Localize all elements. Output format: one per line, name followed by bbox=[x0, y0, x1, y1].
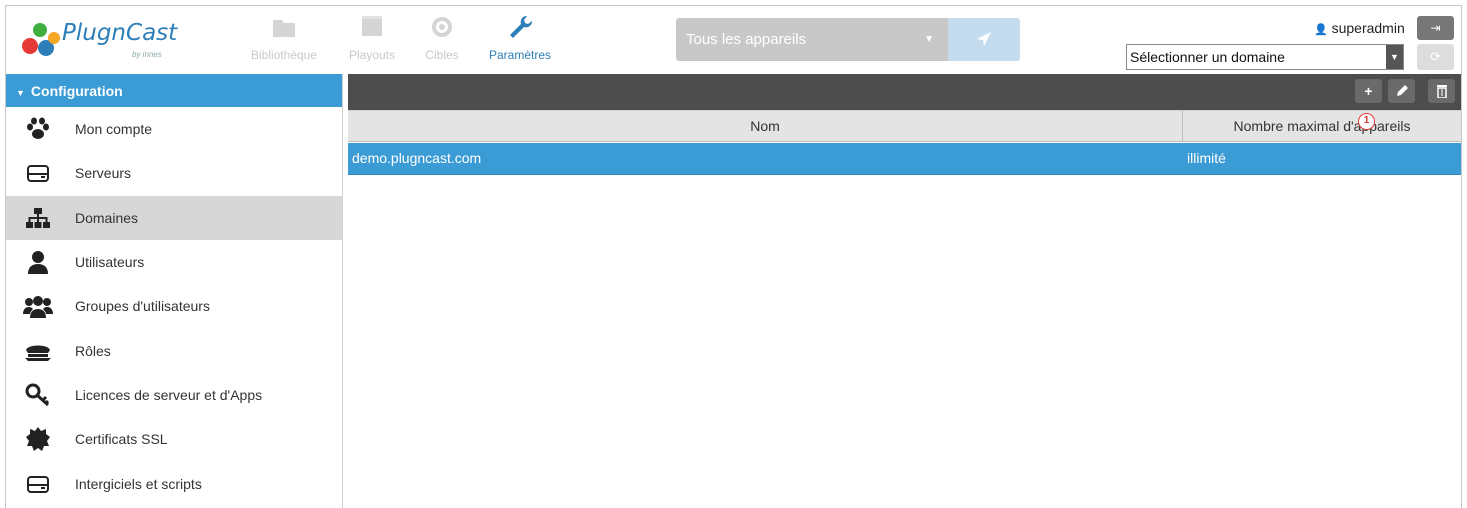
table-row[interactable]: demo.plugncast.com illimité bbox=[348, 143, 1461, 175]
location-arrow-icon bbox=[977, 32, 991, 46]
pencil-icon bbox=[1396, 85, 1408, 96]
chevron-down-icon: ▼ bbox=[1386, 45, 1403, 69]
user-menu[interactable]: 👤 superadmin bbox=[1314, 20, 1405, 36]
header: PlugnCast by innes Bibliothèque Playouts… bbox=[6, 6, 1461, 74]
grid-toolbar: + bbox=[348, 74, 1461, 110]
username: superadmin bbox=[1331, 20, 1405, 36]
add-button[interactable]: + bbox=[1355, 79, 1382, 103]
users-icon bbox=[23, 293, 53, 319]
sidebar-item-licences[interactable]: Licences de serveur et d'Apps bbox=[6, 373, 342, 417]
sidebar-item-groupes-utilisateurs[interactable]: Groupes d'utilisateurs bbox=[6, 284, 342, 328]
refresh-button[interactable]: ⟳ bbox=[1417, 44, 1454, 70]
logo-icon bbox=[22, 23, 60, 56]
table-header: Nom Nombre maximal d'appareils bbox=[348, 110, 1461, 142]
user-icon: 👤 bbox=[1314, 24, 1328, 36]
server-icon bbox=[23, 160, 53, 186]
film-icon bbox=[362, 16, 382, 36]
device-select[interactable]: Tous les appareils ▼ bbox=[676, 18, 948, 61]
plus-icon: + bbox=[1364, 83, 1373, 99]
sign-out-icon: ⇥ bbox=[1430, 21, 1441, 35]
user-icon bbox=[23, 249, 53, 275]
sidebar-item-roles[interactable]: Rôles bbox=[6, 328, 342, 372]
wrench-icon bbox=[510, 15, 533, 38]
caret-down-icon: ▼ bbox=[16, 88, 25, 98]
logout-button[interactable]: ⇥ bbox=[1417, 16, 1454, 40]
certificate-icon bbox=[23, 426, 53, 452]
cell-domain-name: demo.plugncast.com bbox=[352, 150, 482, 166]
nav-cibles[interactable]: Cibles bbox=[418, 14, 466, 70]
brand-subtitle: by innes bbox=[132, 50, 162, 59]
nav-bibliotheque[interactable]: Bibliothèque bbox=[244, 14, 324, 70]
delete-button[interactable] bbox=[1428, 79, 1455, 103]
sidebar-item-serveurs[interactable]: Serveurs bbox=[6, 151, 342, 195]
app-window: PlugnCast by innes Bibliothèque Playouts… bbox=[5, 5, 1462, 508]
sidebar: ▼ Configuration Mon compte Serveurs Domai… bbox=[6, 74, 343, 508]
sidebar-section-header[interactable]: ▼ Configuration bbox=[6, 74, 342, 107]
sidebar-item-intergiciels[interactable]: Intergiciels et scripts bbox=[6, 461, 342, 505]
sidebar-item-utilisateurs[interactable]: Utilisateurs bbox=[6, 240, 342, 284]
refresh-icon: ⟳ bbox=[1430, 49, 1441, 64]
cell-max-devices: illimité bbox=[1187, 150, 1226, 166]
key-icon bbox=[23, 382, 53, 408]
nav-parametres[interactable]: Paramètres bbox=[480, 14, 560, 70]
column-header-nom[interactable]: Nom bbox=[348, 111, 1183, 141]
column-header-max-devices[interactable]: Nombre maximal d'appareils bbox=[1183, 111, 1461, 141]
cap-icon bbox=[23, 338, 53, 364]
chevron-down-icon: ▼ bbox=[924, 34, 934, 45]
domain-select[interactable]: Sélectionner un domaine ▼ bbox=[1126, 44, 1404, 70]
sidebar-item-domaines[interactable]: Domaines bbox=[6, 195, 342, 240]
sidebar-item-certificats-ssl[interactable]: Certificats SSL bbox=[6, 417, 342, 461]
trash-icon bbox=[1436, 85, 1447, 99]
paw-icon bbox=[23, 116, 53, 142]
logo[interactable]: PlugnCast by innes bbox=[20, 14, 180, 66]
sidebar-item-mon-compte[interactable]: Mon compte bbox=[6, 107, 342, 151]
folder-icon bbox=[273, 20, 295, 37]
nav-playouts[interactable]: Playouts bbox=[342, 14, 402, 70]
target-icon bbox=[432, 17, 452, 37]
brand-name: PlugnCast bbox=[62, 20, 178, 46]
sitemap-icon bbox=[23, 205, 53, 231]
edit-button[interactable] bbox=[1388, 79, 1415, 103]
locate-button[interactable] bbox=[948, 18, 1020, 61]
callout-badge: 1 bbox=[1358, 113, 1375, 130]
server-icon bbox=[23, 471, 53, 497]
